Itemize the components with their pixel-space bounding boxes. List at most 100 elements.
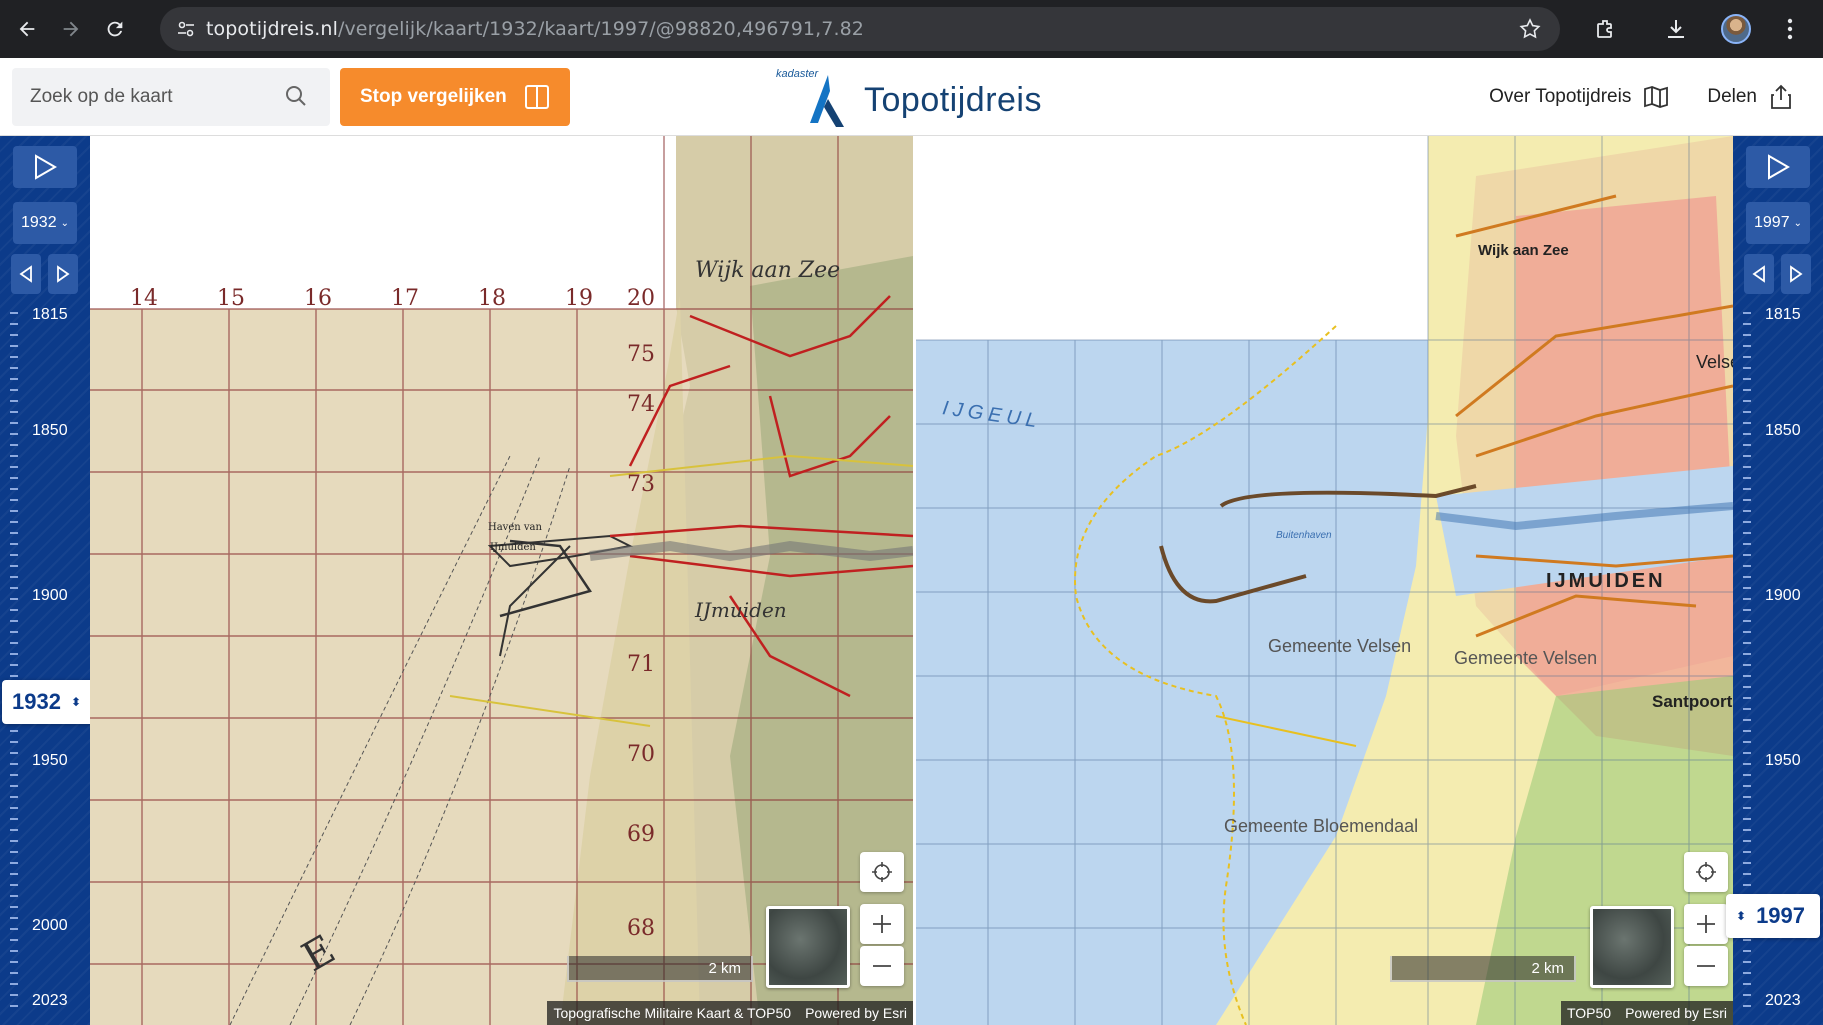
- next-year-button-right[interactable]: [1781, 254, 1811, 294]
- menu-kebab-icon[interactable]: [1767, 6, 1813, 52]
- grid-label: 17: [391, 286, 419, 311]
- timeline-tick: [1743, 466, 1751, 468]
- timeline-tick: [10, 785, 18, 787]
- timeline-tick: [10, 642, 18, 644]
- grid-label: 69: [627, 822, 655, 847]
- timeline-tick: [1743, 675, 1751, 677]
- timeline-label: 1950: [32, 752, 68, 769]
- timeline-tick: [1743, 972, 1751, 974]
- site-settings-icon[interactable]: [166, 7, 206, 51]
- search-icon[interactable]: [284, 84, 308, 113]
- chevron-down-icon: ⌄: [1793, 217, 1802, 229]
- timeline-tick: [1743, 323, 1751, 325]
- timeline-label: 1815: [1765, 306, 1801, 323]
- chevron-down-icon: ⌄: [60, 217, 69, 229]
- minus-icon: [1697, 965, 1715, 967]
- grid-label: 15: [217, 286, 245, 311]
- zoom-in-button-left[interactable]: [860, 904, 904, 944]
- timeline-tick: [1743, 455, 1751, 457]
- timeline-tick: [10, 334, 18, 336]
- timeline-tick: [1743, 587, 1751, 589]
- topotijdreis-logo[interactable]: kadaster Topotijdreis: [776, 62, 1042, 132]
- timeline-tick: [1743, 367, 1751, 369]
- search-input[interactable]: [30, 86, 280, 108]
- timeline-label: 1900: [32, 587, 68, 604]
- map-left-1932[interactable]: E 14 15 16 17 18 19 20 75 74 73 71 70 69…: [90, 136, 913, 1025]
- map-search[interactable]: [12, 68, 330, 126]
- play-button-right[interactable]: [1746, 146, 1810, 188]
- timeline-tick: [1743, 389, 1751, 391]
- basemap-thumbnail-right[interactable]: [1590, 906, 1674, 988]
- timeline-label: 2023: [32, 992, 68, 1009]
- timeline-tick: [1743, 796, 1751, 798]
- map-label: Wijk aan Zee: [1478, 242, 1569, 259]
- grid-label: 75: [627, 342, 655, 367]
- map-label: Buitenhaven: [1276, 530, 1332, 541]
- timeline-tick: [1743, 576, 1751, 578]
- timeline-tick: [1743, 488, 1751, 490]
- timeline-tick: [10, 466, 18, 468]
- play-button-left[interactable]: [13, 146, 77, 188]
- locate-button-left[interactable]: [860, 852, 904, 892]
- download-icon[interactable]: [1653, 6, 1699, 52]
- timeline-tick: [10, 763, 18, 765]
- compare-view: 1932 ⌄ 1815 1850 1900 1950 2000 2023 1932…: [0, 136, 1823, 1025]
- caret-left-icon: [19, 265, 32, 283]
- stop-compare-button[interactable]: Stop vergelijken: [340, 68, 570, 126]
- timeline-tick: [10, 521, 18, 523]
- map-label: IJmuiden: [695, 598, 787, 622]
- timeline-tick: [10, 367, 18, 369]
- compare-split-icon: [525, 85, 549, 109]
- timeline-tick: [1743, 884, 1751, 886]
- timeline-tick: [10, 378, 18, 380]
- kadaster-wordmark: kadaster: [776, 68, 819, 80]
- forward-icon[interactable]: [49, 7, 93, 51]
- prev-year-button-left[interactable]: [11, 254, 41, 294]
- about-link[interactable]: Over Topotijdreis: [1489, 85, 1669, 109]
- prev-year-button-right[interactable]: [1744, 254, 1774, 294]
- reload-icon[interactable]: [93, 7, 137, 51]
- back-icon[interactable]: [5, 7, 49, 51]
- zoom-out-button-right[interactable]: [1684, 946, 1728, 986]
- timeline-tick: [1743, 708, 1751, 710]
- year-select-right[interactable]: 1997 ⌄: [1746, 202, 1810, 244]
- timeline-tick: [10, 862, 18, 864]
- play-icon: [1768, 154, 1790, 180]
- address-bar[interactable]: topotijdreis.nl/vergelijk/kaart/1932/kaa…: [160, 7, 1560, 51]
- year-select-left[interactable]: 1932 ⌄: [13, 202, 77, 244]
- timeline-tick: [1743, 411, 1751, 413]
- timeline-tick: [10, 741, 18, 743]
- caret-right-icon: [1790, 265, 1803, 283]
- bookmark-star-icon[interactable]: [1518, 17, 1542, 46]
- timeline-tick: [1743, 444, 1751, 446]
- timeline-tick: [1743, 422, 1751, 424]
- timeline-right[interactable]: 1997⌄ 1815 1850 1900 1950 2000 2023: [1733, 136, 1823, 1025]
- timeline-tick: [1743, 565, 1751, 567]
- sort-arrows-icon: ⬍: [1736, 909, 1747, 923]
- basemap-thumbnail-left[interactable]: [766, 906, 850, 988]
- profile-avatar[interactable]: [1713, 6, 1759, 52]
- url-text[interactable]: topotijdreis.nl/vergelijk/kaart/1932/kaa…: [206, 18, 864, 40]
- timeline-tick: [10, 895, 18, 897]
- timeline-tick: [1743, 829, 1751, 831]
- zoom-out-button-left[interactable]: [860, 946, 904, 986]
- locate-button-right[interactable]: [1684, 852, 1728, 892]
- grid-label: 19: [565, 286, 593, 311]
- timeline-tick: [10, 345, 18, 347]
- map-right-1997[interactable]: Wijk aan Zee Velse IJGEUL Buitenhaven IJ…: [916, 136, 1733, 1025]
- next-year-button-left[interactable]: [48, 254, 78, 294]
- timeline-left[interactable]: 1932 ⌄ 1815 1850 1900 1950 2000 2023: [0, 136, 90, 1025]
- timeline-tick: [10, 356, 18, 358]
- timeline-tick: [10, 939, 18, 941]
- timeline-tick: [1743, 961, 1751, 963]
- year-marker-right[interactable]: ⬍ 1997: [1726, 894, 1820, 938]
- timeline-label: 2023: [1765, 992, 1801, 1009]
- grid-label: 16: [304, 286, 332, 311]
- timeline-tick: [10, 400, 18, 402]
- share-link[interactable]: Delen: [1707, 84, 1793, 110]
- timeline-label: 1815: [32, 306, 68, 323]
- timeline-tick: [1743, 378, 1751, 380]
- year-marker-left[interactable]: 1932 ⬍: [2, 680, 100, 724]
- zoom-in-button-right[interactable]: [1684, 904, 1728, 944]
- extensions-icon[interactable]: [1583, 6, 1629, 52]
